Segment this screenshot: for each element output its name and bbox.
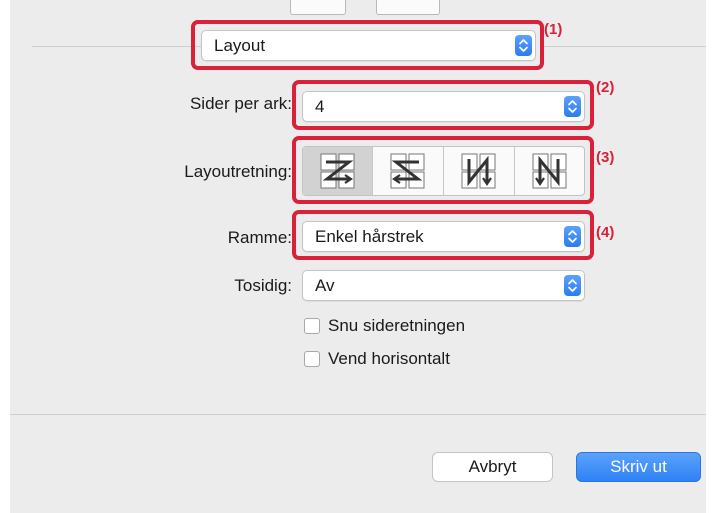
callout-1: (1) (544, 21, 563, 38)
border-label: Ramme: (227, 228, 292, 247)
print-dialog-panel: Layout (1) Sider per ark: 4 (2) Layoutre… (10, 0, 706, 513)
highlight-box-4 (292, 210, 594, 260)
two-sided-select[interactable]: Av (302, 270, 585, 301)
footer-separator (10, 414, 706, 415)
highlight-box-3 (292, 136, 594, 204)
top-partial-control-left[interactable] (290, 0, 346, 15)
pages-per-sheet-label: Sider per ark: (189, 94, 292, 113)
flip-horizontal-label[interactable]: Vend horisontalt (328, 349, 450, 369)
callout-4: (4) (596, 224, 615, 241)
top-partial-control-right[interactable] (376, 0, 440, 15)
print-button[interactable]: Skriv ut (576, 452, 701, 482)
flip-horizontal-checkbox[interactable] (304, 351, 320, 367)
highlight-box-1 (191, 20, 544, 70)
two-sided-label: Tosidig: (234, 276, 292, 295)
layout-direction-label: Layoutretning: (184, 162, 292, 181)
stepper-arrows-icon (564, 275, 581, 296)
two-sided-value: Av (315, 276, 335, 295)
separator-right (544, 46, 706, 47)
flip-orientation-label[interactable]: Snu sideretningen (328, 316, 465, 336)
callout-3: (3) (596, 149, 615, 166)
callout-2: (2) (596, 79, 615, 96)
flip-orientation-checkbox[interactable] (304, 318, 320, 334)
cancel-button[interactable]: Avbryt (432, 452, 553, 482)
highlight-box-2 (292, 80, 594, 130)
separator-left (32, 46, 206, 47)
